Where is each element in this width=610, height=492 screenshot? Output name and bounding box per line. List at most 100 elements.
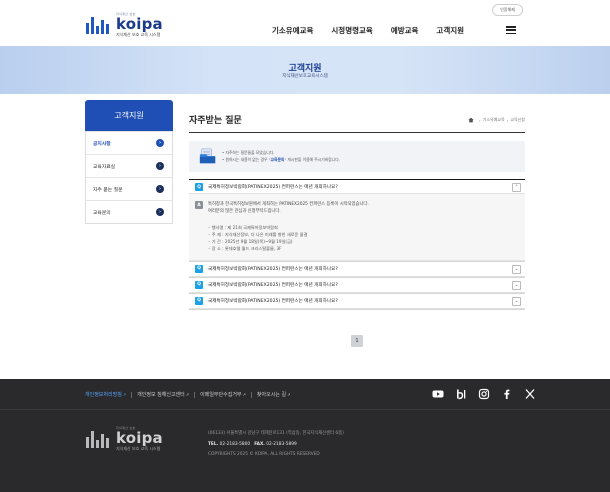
side-nav: 고객지원 공지사항 › 교육자료실 › 자주 묻는 질문 › 교육문의 ›	[85, 100, 173, 224]
faq-answer-line: 특허청과 한국특허정보원에서 개최하는 PATINEX2025 컨퍼런스 등록이…	[208, 202, 369, 207]
faq-detail-line: ◦ 장 소 : 롯데호텔 월드 크리스탈볼룸, 3F	[208, 245, 282, 251]
site-footer: 개인정보처리방침↗ 개인정보 침해신고센터↗ 이메일무단수집거부↗ 찾아오시는 …	[0, 379, 610, 492]
footer-info: (06133) 서울특별시 강남구 테헤란로131 (역삼동, 한국지식재산센터…	[208, 429, 344, 461]
breadcrumb: › 기소유예교육 › 교육신청	[468, 117, 525, 123]
footer-link-email-policy[interactable]: 이메일무단수집거부↗	[200, 391, 246, 398]
info-line: • 원하시는 내용이 없는 경우 "교육문의" 게시판을 이용해 주시기바랍니다…	[222, 157, 340, 162]
side-nav-title: 고객지원	[85, 100, 173, 131]
chevron-right-icon: ›	[156, 162, 164, 170]
chevron-right-icon: ›	[156, 208, 164, 216]
home-icon[interactable]	[468, 117, 474, 123]
footer-links: 개인정보처리방침↗ 개인정보 침해신고센터↗ 이메일무단수집거부↗ 찾아오시는 …	[85, 391, 290, 398]
tel-label: TEL.	[208, 441, 219, 447]
divider	[194, 391, 196, 398]
faq-item: Q 국제특허정보박람회(PATINEX2025) 컨퍼런스는 매년 개최하나요?…	[189, 278, 525, 294]
nav-item-deferred-prosecution[interactable]: 기소유예교육	[272, 25, 313, 36]
hero-banner: 고객지원 지식재산보호교육시스템	[0, 46, 610, 94]
breadcrumb-item[interactable]: 기소유예교육	[483, 117, 505, 123]
footer-contact: TEL. 02-2183-5800 FAX. 02-2183-5899	[208, 440, 344, 451]
faq-answer-line: 여러분의 많은 관심과 신청부탁드립니다.	[208, 209, 281, 215]
logo-subtitle: 지식재산 보호 교육 시스템	[116, 446, 161, 451]
faq-list: Q 국제특허정보박람회(PATINEX2025) 컨퍼런스는 매년 개최하나요?…	[189, 179, 525, 310]
tel-number: 02-2183-5800	[219, 441, 251, 447]
chevron-up-icon[interactable]: ⌃	[512, 183, 521, 192]
side-nav-item-inquiry[interactable]: 교육문의 ›	[86, 200, 172, 223]
logo-subtitle: 지식재산 보호 교육 시스템	[116, 32, 161, 37]
footer-link-privacy[interactable]: 개인정보처리방침↗	[85, 391, 126, 398]
divider	[250, 391, 252, 398]
faq-question[interactable]: Q 국제특허정보박람회(PATINEX2025) 컨퍼런스는 매년 개최하나요?…	[189, 278, 525, 293]
info-line: • 자주하는 질문들을 모았습니다.	[222, 150, 275, 155]
side-nav-label: 교육문의	[93, 210, 111, 216]
faq-question[interactable]: Q 국제특허정보박람회(PATINEX2025) 컨퍼런스는 매년 개최하나요?…	[189, 179, 525, 194]
site-header: 지식재산 보호 koipa 지식재산 보호 교육 시스템 인증해제 기소유예교육…	[0, 0, 610, 46]
title-divider	[189, 132, 525, 133]
koipa-logo[interactable]: 지식재산 보호 koipa 지식재산 보호 교육 시스템	[86, 12, 196, 37]
nav-item-corrective-order[interactable]: 시정명령교육	[331, 25, 372, 36]
info-text: • 자주하는 질문들을 모았습니다. • 원하시는 내용이 없는 경우 "교육문…	[222, 149, 340, 163]
footer-koipa-logo: 지식재산 보호 koipa 지식재산 보호 교육 시스템	[86, 426, 196, 451]
breadcrumb-separator-icon: ›	[478, 117, 481, 123]
question-badge: Q	[195, 264, 203, 273]
folder-document-icon	[199, 148, 216, 164]
chevron-down-icon[interactable]: ⌄	[512, 264, 521, 274]
blog-icon[interactable]	[455, 388, 467, 400]
login-button[interactable]: 인증해제	[492, 4, 523, 16]
side-nav-item-faq[interactable]: 자주 묻는 질문 ›	[86, 177, 172, 200]
external-link-icon: ↗	[185, 392, 190, 397]
chevron-right-icon: ›	[156, 139, 164, 147]
faq-item: Q 국제특허정보박람회(PATINEX2025) 컨퍼런스는 매년 개최하나요?…	[189, 294, 525, 310]
logo-mark-icon	[86, 428, 112, 448]
side-nav-list: 공지사항 › 교육자료실 › 자주 묻는 질문 › 교육문의 ›	[85, 131, 173, 224]
faq-item: Q 국제특허정보박람회(PATINEX2025) 컨퍼런스는 매년 개최하나요?…	[189, 262, 525, 278]
nav-item-prevention[interactable]: 예방교육	[391, 25, 419, 36]
side-nav-label: 공지사항	[93, 141, 111, 147]
info-highlight: 교육문의	[270, 157, 285, 162]
faq-item: Q 국제특허정보박람회(PATINEX2025) 컨퍼런스는 매년 개최하나요?…	[189, 179, 525, 262]
faq-question[interactable]: Q 국제특허정보박람회(PATINEX2025) 컨퍼런스는 매년 개최하나요?…	[189, 262, 525, 277]
instagram-icon[interactable]	[478, 388, 490, 400]
logo-name: koipa	[116, 429, 163, 447]
footer-divider	[0, 409, 610, 410]
faq-detail-line: ◦ 주 제 : 지식재산정보, 더 나은 미래를 향한 새로운 물결	[208, 231, 308, 237]
chevron-down-icon[interactable]: ⌄	[512, 280, 521, 290]
question-badge: Q	[195, 296, 203, 305]
footer-link-label: 개인정보 침해신고센터	[137, 392, 185, 398]
question-badge: Q	[195, 280, 203, 289]
footer-link-directions[interactable]: 찾아오시는 길↗	[257, 391, 291, 398]
breadcrumb-separator-icon: ›	[506, 117, 509, 123]
faq-question-text: 국제특허정보박람회(PATINEX2025) 컨퍼런스는 매년 개최하나요?	[208, 282, 338, 288]
facebook-icon[interactable]	[501, 388, 513, 400]
footer-link-label: 개인정보처리방침	[85, 392, 122, 398]
nav-item-support[interactable]: 고객지원	[436, 25, 464, 36]
footer-link-label: 이메일무단수집거부	[200, 392, 242, 398]
external-link-icon: ↗	[287, 392, 291, 397]
faq-detail-line: ◦ 행사명 : 제 21회 국제특허정보박람회	[208, 224, 278, 230]
footer-link-privacy-report[interactable]: 개인정보 침해신고센터↗	[137, 391, 189, 398]
chevron-right-icon: ›	[156, 185, 164, 193]
logo-mark-icon	[86, 14, 112, 34]
faq-question[interactable]: Q 국제특허정보박람회(PATINEX2025) 컨퍼런스는 매년 개최하나요?…	[189, 294, 525, 309]
side-nav-item-notice[interactable]: 공지사항 ›	[86, 131, 172, 154]
hero-subtitle: 지식재산보호교육시스템	[282, 74, 328, 79]
fax-number: 02-2183-5899	[266, 441, 297, 447]
pagination-page-1[interactable]: 1	[351, 335, 363, 347]
faq-question-text: 국제특허정보박람회(PATINEX2025) 컨퍼런스는 매년 개최하나요?	[208, 298, 338, 304]
faq-info-box: • 자주하는 질문들을 모았습니다. • 원하시는 내용이 없는 경우 "교육문…	[189, 141, 525, 172]
youtube-icon[interactable]	[432, 388, 444, 400]
page-title: 자주받는 질문	[189, 116, 242, 126]
side-nav-item-materials[interactable]: 교육자료실 ›	[86, 154, 172, 177]
main-nav: 기소유예교육 시정명령교육 예방교육 고객지원	[272, 25, 482, 36]
answer-badge: A	[195, 201, 203, 209]
faq-detail-line: ◦ 기 간 : 2025년 9월 18일(목)~9월 19일(금)	[208, 238, 293, 244]
hamburger-menu-icon[interactable]	[506, 26, 516, 35]
chevron-down-icon[interactable]: ⌄	[512, 296, 521, 306]
breadcrumb-item[interactable]: 교육신청	[510, 117, 525, 123]
social-links	[432, 388, 547, 400]
fax-label: FAX.	[254, 441, 265, 447]
x-icon[interactable]	[524, 388, 536, 400]
divider	[131, 391, 133, 398]
faq-question-text: 국제특허정보박람회(PATINEX2025) 컨퍼런스는 매년 개최하나요?	[208, 266, 338, 272]
footer-link-label: 찾아오시는 길	[256, 392, 287, 398]
side-nav-label: 교육자료실	[93, 164, 116, 170]
